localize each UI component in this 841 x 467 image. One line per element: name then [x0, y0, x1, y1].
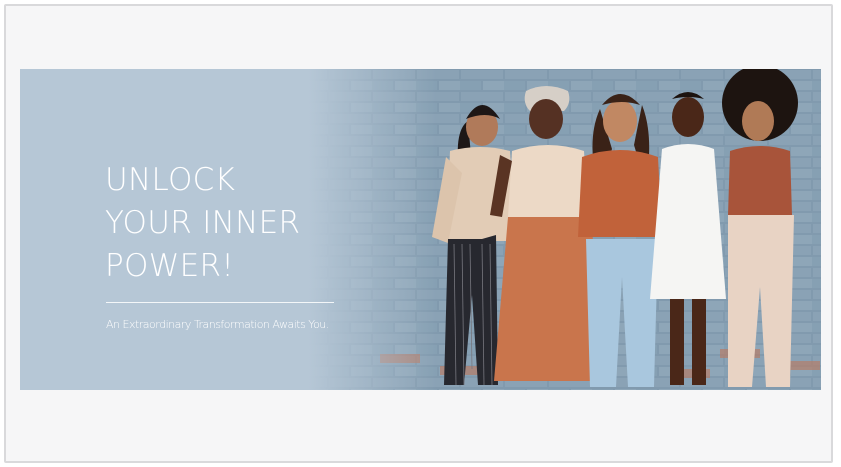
- hero-banner: UNLOCK YOUR INNER POWER! An Extraordinar…: [20, 69, 821, 390]
- hero-headline: UNLOCK YOUR INNER POWER!: [105, 162, 301, 284]
- hero-subtitle: An Extraordinary Transformation Awaits Y…: [106, 318, 329, 331]
- headline-divider: [106, 302, 334, 303]
